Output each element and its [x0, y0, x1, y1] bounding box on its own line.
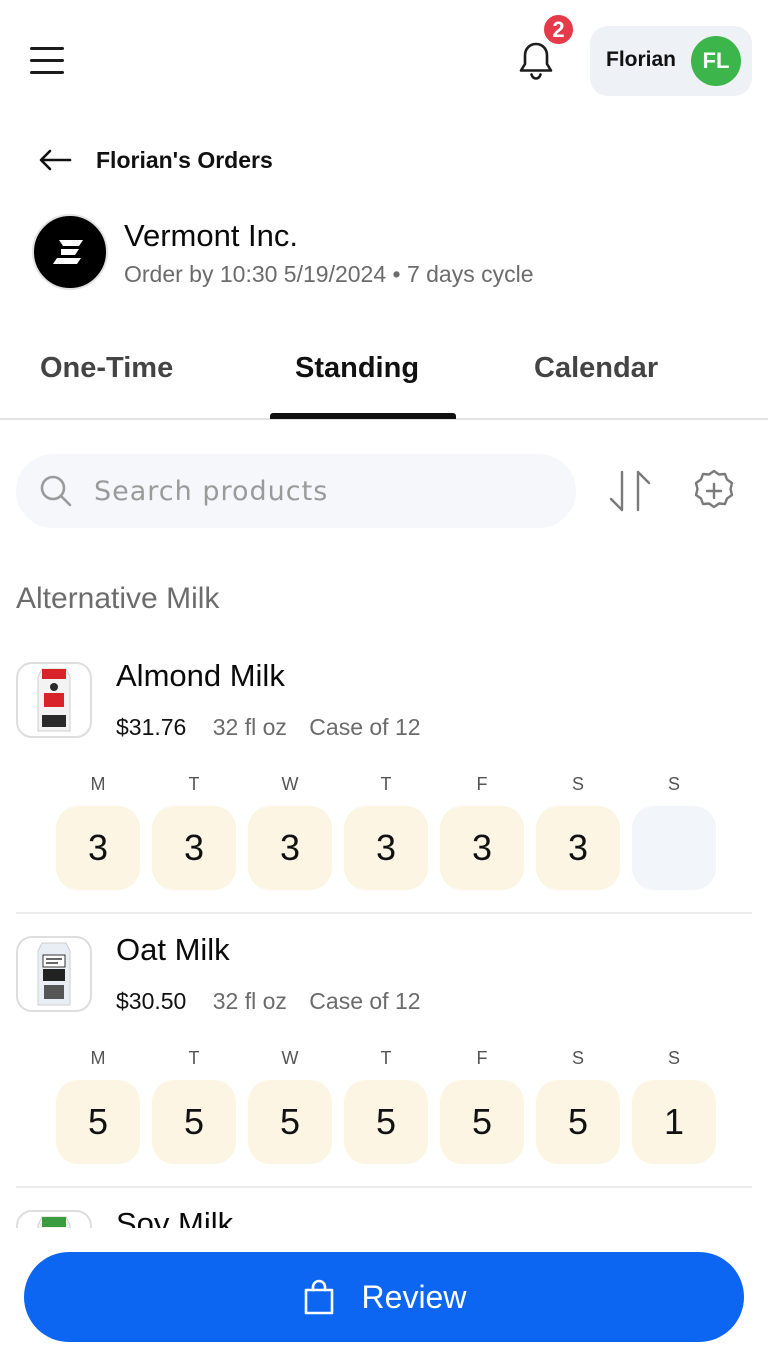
avatar: FL [691, 36, 741, 86]
back-arrow-icon[interactable] [36, 140, 76, 180]
product-meta: $30.50 32 fl oz Case of 12 [116, 988, 421, 1015]
category-title: Alternative Milk [16, 582, 220, 615]
day-label: T [380, 774, 392, 794]
tab-calendar[interactable]: Calendar [534, 352, 658, 385]
divider [16, 912, 752, 914]
day-label: S [571, 1048, 584, 1068]
product-meta: $31.76 32 fl oz Case of 12 [116, 714, 421, 741]
product-price: $31.76 [116, 714, 187, 740]
user-name: Florian [606, 48, 677, 71]
oat-milk-carton-icon [37, 942, 71, 1006]
user-menu-button[interactable]: Florian FL [590, 26, 752, 96]
menu-icon[interactable] [28, 44, 68, 78]
active-tab-indicator [270, 413, 456, 419]
page-title: Florian's Orders [96, 146, 273, 173]
divider [16, 1186, 752, 1188]
shopping-bag-icon [304, 1279, 333, 1315]
quantity-input-saturday[interactable]: 5 [536, 1080, 620, 1164]
footer-bar: Review [0, 1228, 768, 1366]
tab-standing[interactable]: Standing [295, 352, 419, 385]
review-label: Review [361, 1278, 467, 1315]
top-bar: 2 Florian FL [0, 0, 768, 120]
day-label: S [667, 774, 680, 794]
product-name: Soy Milk [116, 1210, 234, 1230]
product-size: 32 fl oz [212, 988, 287, 1014]
day-label: S [667, 1048, 680, 1068]
list-item: Soy Milk [16, 1210, 752, 1230]
product-price: $30.50 [116, 988, 187, 1014]
order-tabs: One-Time Standing Calendar [0, 340, 768, 420]
breadcrumb: Florian's Orders [36, 140, 273, 180]
product-pack: Case of 12 [309, 714, 421, 740]
day-label: T [188, 1048, 200, 1068]
day-label: F [476, 774, 488, 794]
product-pack: Case of 12 [309, 988, 421, 1014]
add-product-badge-icon[interactable] [690, 467, 738, 515]
product-name: Oat Milk [116, 932, 230, 967]
day-label: T [380, 1048, 392, 1068]
tab-one-time[interactable]: One-Time [40, 352, 173, 385]
day-label: W [281, 1048, 299, 1068]
sort-icon[interactable] [606, 466, 654, 516]
product-image[interactable] [16, 1210, 92, 1230]
notification-badge: 2 [541, 12, 576, 47]
quantity-input-wednesday[interactable]: 3 [248, 806, 332, 890]
vendor-logo-mark-icon [53, 240, 83, 264]
quantity-input-monday[interactable]: 3 [56, 806, 140, 890]
quantity-input-monday[interactable]: 5 [56, 1080, 140, 1164]
quantity-input-sunday[interactable]: 1 [632, 1080, 716, 1164]
search-input[interactable] [94, 468, 554, 514]
day-label: M [90, 1048, 106, 1068]
review-button[interactable]: Review [24, 1252, 744, 1342]
day-label: S [571, 774, 584, 794]
vendor-name: Vermont Inc. [124, 218, 299, 253]
quantity-input-sunday[interactable] [632, 806, 716, 890]
product-image[interactable] [16, 662, 92, 738]
quantity-input-thursday[interactable]: 3 [344, 806, 428, 890]
product-image[interactable] [16, 936, 92, 1012]
vendor-order-info: Order by 10:30 5/19/2024 • 7 days cycle [124, 261, 534, 287]
day-label: W [281, 774, 299, 794]
day-label: F [476, 1048, 488, 1068]
quantity-input-friday[interactable]: 3 [440, 806, 524, 890]
quantity-input-wednesday[interactable]: 5 [248, 1080, 332, 1164]
quantity-input-saturday[interactable]: 3 [536, 806, 620, 890]
quantity-input-friday[interactable]: 5 [440, 1080, 524, 1164]
product-size: 32 fl oz [212, 714, 287, 740]
day-label: M [90, 774, 106, 794]
day-label: T [188, 774, 200, 794]
almond-milk-carton-icon [37, 668, 71, 732]
search-bar [16, 454, 576, 528]
quantity-input-tuesday[interactable]: 3 [152, 806, 236, 890]
quantity-input-thursday[interactable]: 5 [344, 1080, 428, 1164]
search-icon [40, 475, 72, 507]
quantity-input-tuesday[interactable]: 5 [152, 1080, 236, 1164]
product-name: Almond Milk [116, 658, 285, 693]
vendor-logo [32, 214, 108, 290]
